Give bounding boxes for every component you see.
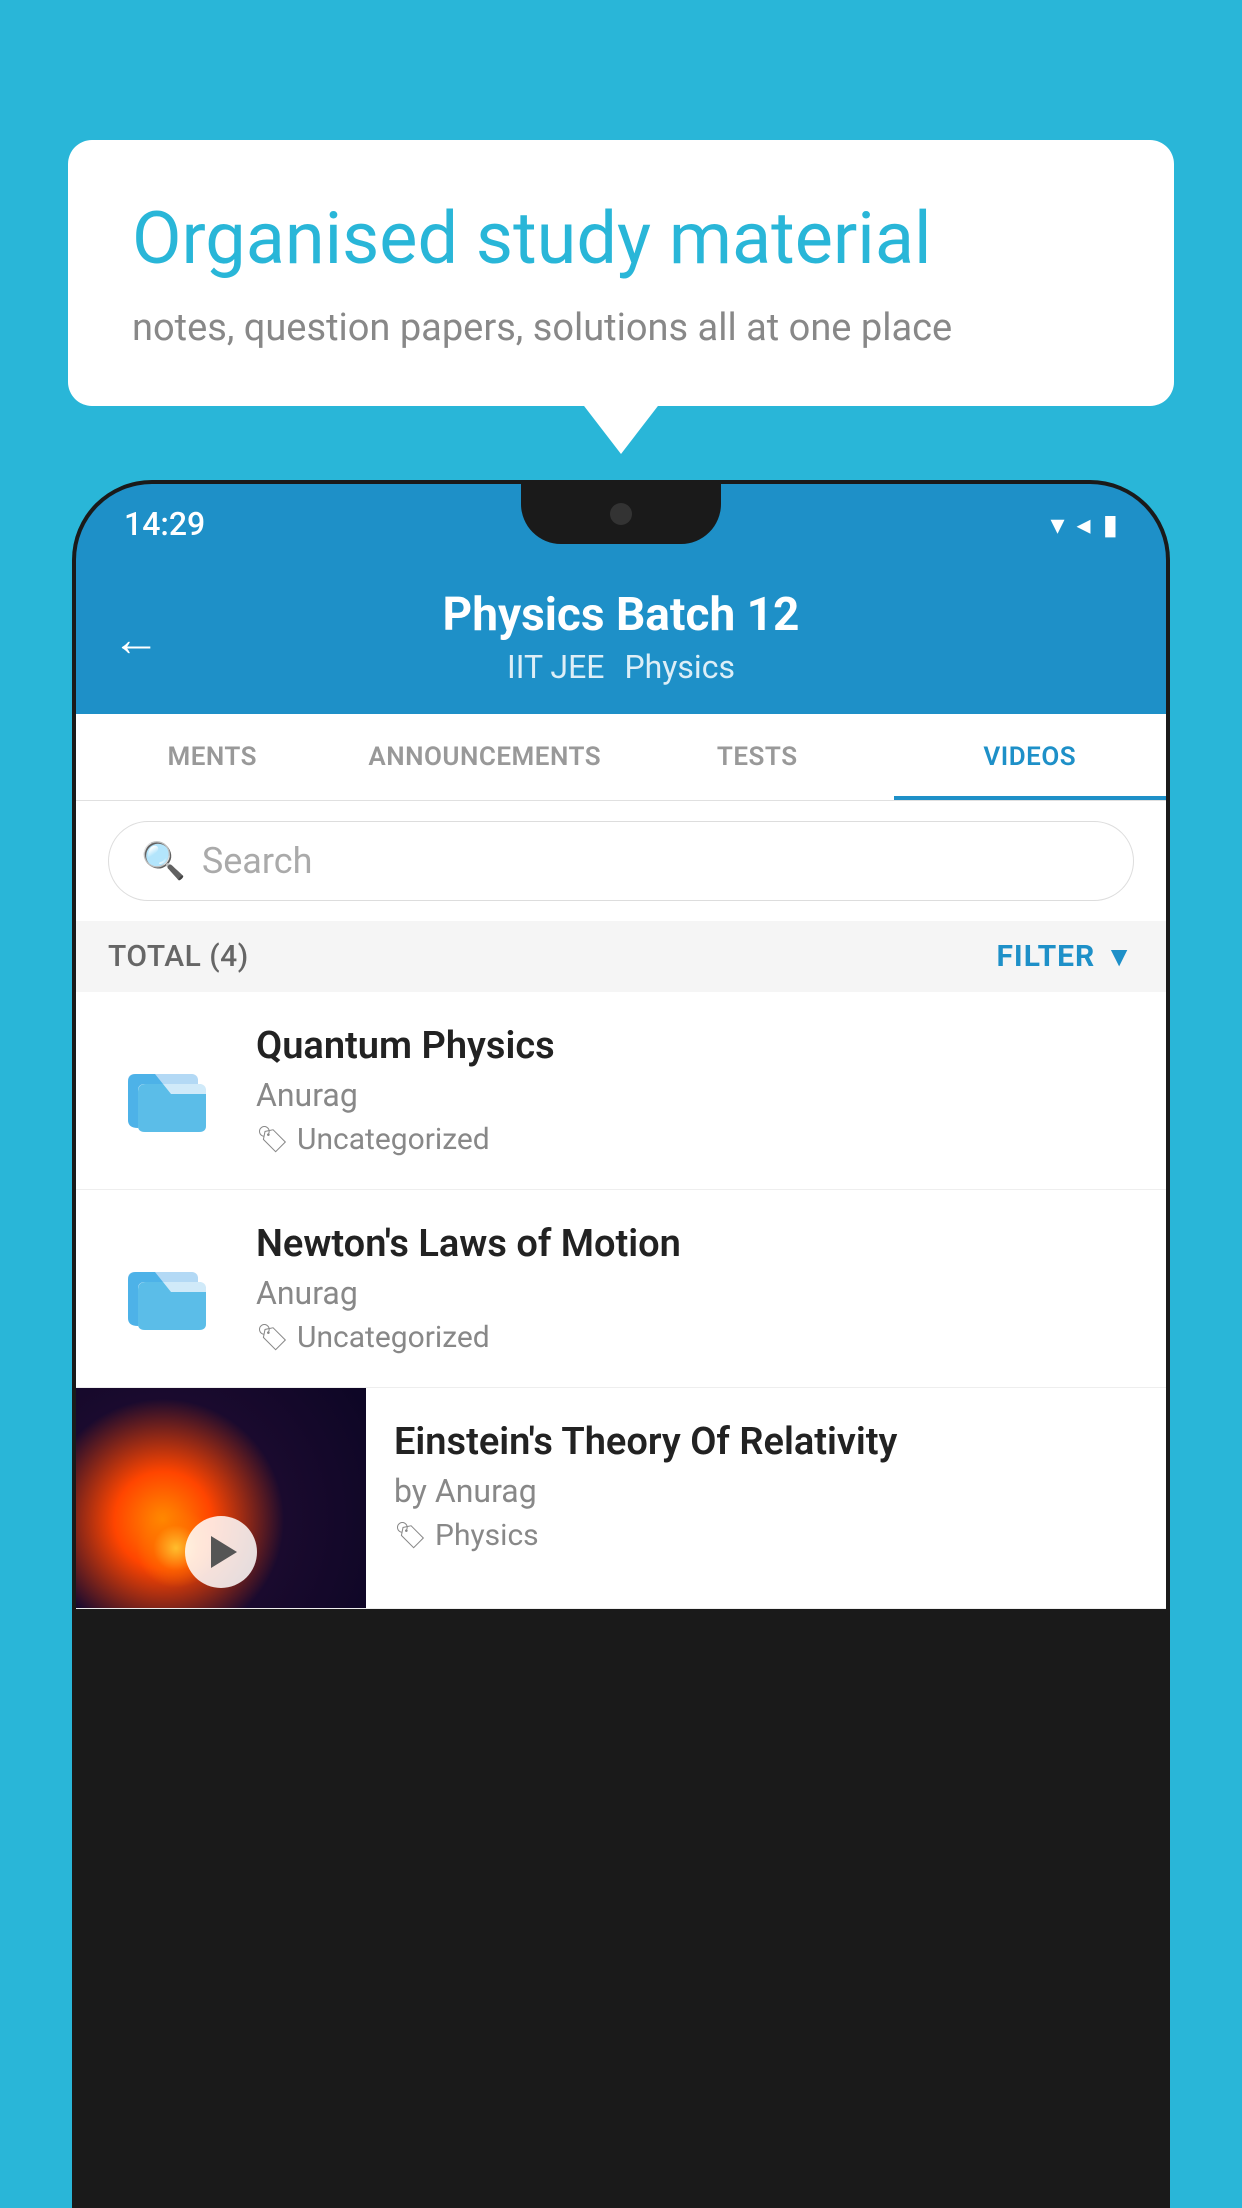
video-thumbnail xyxy=(76,1388,366,1608)
video-thumb-area xyxy=(108,1244,228,1334)
screen-content: 🔍 Search TOTAL (4) FILTER ▼ xyxy=(76,801,1166,1609)
video-list: Quantum Physics Anurag 🏷 Uncategorized xyxy=(76,992,1166,1609)
tab-videos[interactable]: VIDEOS xyxy=(894,714,1167,800)
tab-ments[interactable]: MENTS xyxy=(76,714,349,800)
header-tag-physics: Physics xyxy=(624,648,735,686)
video-info: Einstein's Theory Of Relativity by Anura… xyxy=(366,1388,1166,1585)
speech-bubble: Organised study material notes, question… xyxy=(68,140,1174,406)
video-thumb-area xyxy=(108,1046,228,1136)
tabs-bar: MENTS ANNOUNCEMENTS TESTS VIDEOS xyxy=(76,714,1166,801)
video-tag: 🏷 Physics xyxy=(394,1518,1138,1553)
notch xyxy=(521,484,721,544)
video-info: Newton's Laws of Motion Anurag 🏷 Uncateg… xyxy=(256,1222,1134,1355)
tag-label: Uncategorized xyxy=(297,1320,490,1355)
filter-bar: TOTAL (4) FILTER ▼ xyxy=(76,921,1166,992)
video-title: Newton's Laws of Motion xyxy=(256,1222,1134,1266)
search-area: 🔍 Search xyxy=(76,801,1166,921)
header-subtitle: IIT JEE Physics xyxy=(116,648,1126,686)
video-title: Einstein's Theory Of Relativity xyxy=(394,1420,1138,1464)
search-placeholder: Search xyxy=(202,840,313,882)
list-item[interactable]: Einstein's Theory Of Relativity by Anura… xyxy=(76,1388,1166,1609)
header-title: Physics Batch 12 xyxy=(116,588,1126,642)
phone-frame: 14:29 ▾ ◂ ▮ ← Physics Batch 12 IIT JEE P… xyxy=(72,480,1170,2208)
header-tag-iitjee: IIT JEE xyxy=(507,648,604,686)
search-icon: 🔍 xyxy=(141,840,186,882)
tab-tests[interactable]: TESTS xyxy=(621,714,894,800)
back-button[interactable]: ← xyxy=(112,611,160,668)
video-tag: 🏷 Uncategorized xyxy=(256,1320,1134,1355)
video-author: by Anurag xyxy=(394,1472,1138,1510)
tag-icon: 🏷 xyxy=(256,1323,289,1353)
list-item[interactable]: Newton's Laws of Motion Anurag 🏷 Uncateg… xyxy=(76,1190,1166,1388)
tag-icon: 🏷 xyxy=(256,1125,289,1155)
video-info: Quantum Physics Anurag 🏷 Uncategorized xyxy=(256,1024,1134,1157)
filter-label: FILTER xyxy=(996,939,1095,974)
total-count: TOTAL (4) xyxy=(108,939,249,974)
status-bar: 14:29 ▾ ◂ ▮ xyxy=(76,484,1166,564)
play-icon xyxy=(211,1536,237,1568)
video-tag: 🏷 Uncategorized xyxy=(256,1122,1134,1157)
status-time: 14:29 xyxy=(124,505,205,543)
folder-icon xyxy=(123,1046,213,1136)
tab-announcements[interactable]: ANNOUNCEMENTS xyxy=(349,714,622,800)
tag-icon: 🏷 xyxy=(394,1521,427,1551)
folder-icon xyxy=(123,1244,213,1334)
bubble-title: Organised study material xyxy=(132,196,1110,282)
app-header: ← Physics Batch 12 IIT JEE Physics xyxy=(76,564,1166,714)
tag-label: Uncategorized xyxy=(297,1122,490,1157)
phone-inner: 14:29 ▾ ◂ ▮ ← Physics Batch 12 IIT JEE P… xyxy=(76,484,1166,2204)
status-icons: ▾ ◂ ▮ xyxy=(1050,508,1118,541)
tag-label: Physics xyxy=(435,1518,539,1553)
bubble-subtitle: notes, question papers, solutions all at… xyxy=(132,306,1110,350)
wifi-icon: ▾ xyxy=(1050,508,1064,541)
list-item[interactable]: Quantum Physics Anurag 🏷 Uncategorized xyxy=(76,992,1166,1190)
battery-icon: ▮ xyxy=(1103,508,1118,541)
filter-button[interactable]: FILTER ▼ xyxy=(996,939,1134,974)
signal-icon: ◂ xyxy=(1077,508,1091,541)
camera-dot xyxy=(610,503,632,525)
video-author: Anurag xyxy=(256,1274,1134,1312)
filter-icon: ▼ xyxy=(1105,940,1134,973)
play-button[interactable] xyxy=(185,1516,257,1588)
video-author: Anurag xyxy=(256,1076,1134,1114)
speech-bubble-container: Organised study material notes, question… xyxy=(68,140,1174,406)
video-title: Quantum Physics xyxy=(256,1024,1134,1068)
search-bar[interactable]: 🔍 Search xyxy=(108,821,1134,901)
